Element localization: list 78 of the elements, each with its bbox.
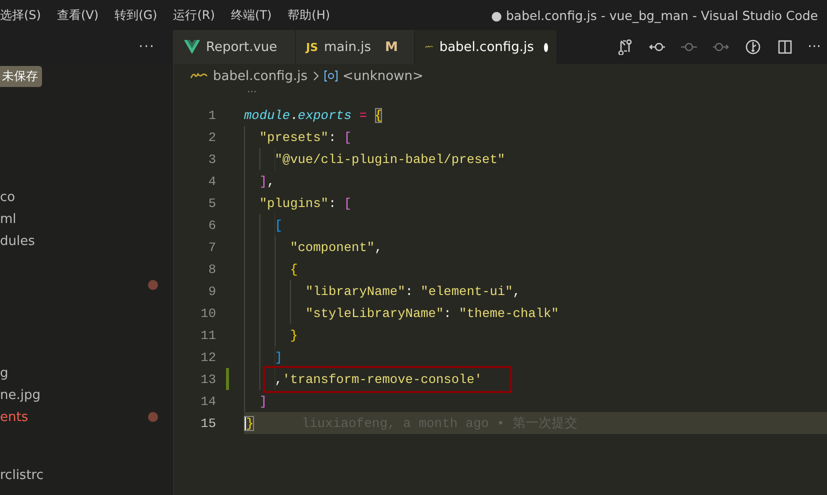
editor-tab[interactable]: JS main.js M — [296, 30, 415, 64]
file-tree-item[interactable]: ents — [0, 410, 28, 424]
line-number: 14 — [200, 394, 217, 408]
compare-changes-icon[interactable] — [616, 39, 634, 55]
line-number: 5 — [207, 196, 217, 210]
file-tree-item[interactable]: rclistrc — [0, 468, 44, 482]
editor-tab[interactable]: Report.vue — [174, 30, 296, 64]
folded-lines-hint[interactable]: ··· — [247, 87, 257, 98]
timeline-icon[interactable] — [744, 39, 762, 55]
line-number: 12 — [200, 350, 217, 364]
code-token: , — [274, 372, 282, 386]
window-title: ● babel.config.js - vue_bg_man - Visual Studio Code — [491, 8, 818, 22]
code-token: : — [328, 196, 338, 210]
code-token: , — [512, 284, 520, 298]
code-token: [ — [344, 196, 352, 210]
code-token: 'transform-remove-console' — [282, 372, 482, 386]
js-file-icon: JS — [306, 40, 318, 54]
symbol-icon — [324, 70, 338, 82]
code-token: ] — [259, 174, 268, 188]
line-number: 13 — [200, 372, 217, 386]
code-token: "element-ui" — [420, 284, 513, 298]
babel-file-icon — [190, 72, 208, 80]
line-number: 7 — [207, 240, 217, 254]
code-token: "libraryName" — [305, 284, 406, 298]
code-token: } — [244, 416, 254, 430]
code-token: ] — [259, 394, 268, 408]
menu-item[interactable]: 帮助(H) — [288, 6, 338, 24]
menu-item[interactable]: 查看(V) — [56, 6, 107, 24]
line-number: 15 — [200, 416, 217, 430]
code-token: , — [267, 174, 275, 188]
line-number: 3 — [207, 152, 217, 166]
code-token: } — [290, 328, 298, 342]
code-token: "@vue/cli-plugin-babel/preset" — [274, 152, 506, 166]
code-token: [ — [344, 130, 352, 144]
code-token: : — [444, 306, 452, 320]
code-token: [ — [274, 218, 282, 232]
code-token: "theme-chalk" — [459, 306, 559, 320]
file-tree-item[interactable]: ml — [0, 212, 16, 226]
file-tree-item[interactable]: g — [0, 366, 8, 380]
editor-tab[interactable]: babel.config.js — [415, 30, 557, 64]
code-token: exports — [298, 108, 352, 122]
code-token: "plugins" — [259, 196, 328, 210]
code-token: module — [244, 108, 290, 122]
code-token: "styleLibraryName" — [305, 306, 444, 320]
line-number: 6 — [207, 218, 217, 232]
file-tree-item[interactable]: ne.jpg — [0, 388, 40, 402]
code-token: : — [405, 284, 414, 298]
babel-file-icon — [425, 43, 434, 51]
code-token: { — [374, 108, 382, 122]
line-number: 9 — [207, 284, 217, 298]
menu-item[interactable]: 选择(S) — [0, 6, 49, 24]
file-tree-item[interactable]: co — [0, 190, 16, 204]
line-number: 11 — [200, 328, 217, 342]
code-token: "presets" — [259, 130, 328, 144]
more-actions-button[interactable]: ··· — [138, 39, 155, 55]
line-number: 4 — [207, 174, 217, 188]
code-token: ] — [274, 350, 282, 364]
code-token: "component" — [290, 240, 375, 254]
code-token: . — [290, 108, 298, 122]
menu-item[interactable]: 终端(T) — [230, 6, 280, 24]
vue-logo-icon — [184, 40, 200, 54]
code-token: = — [358, 108, 368, 122]
breadcrumb-item[interactable]: <unknown> — [342, 68, 424, 84]
split-editor-icon[interactable] — [776, 39, 794, 55]
line-number: 10 — [200, 306, 217, 320]
line-number: 8 — [207, 262, 217, 276]
file-tree-item[interactable]: dules — [0, 234, 35, 248]
code-token: { — [290, 262, 298, 276]
menu-item[interactable]: 转到(G) — [114, 6, 166, 24]
chevron-right-icon — [312, 71, 319, 81]
line-number: 2 — [207, 130, 217, 144]
menu-item[interactable]: 运行(R) — [173, 6, 223, 24]
code-token: , — [374, 240, 382, 254]
breadcrumb-item[interactable]: babel.config.js — [213, 68, 308, 84]
more-actions-button[interactable]: ··· — [808, 39, 821, 55]
unsaved-badge: 未保存 — [0, 66, 42, 86]
line-number: 1 — [207, 108, 217, 122]
code-token: : — [328, 130, 338, 144]
